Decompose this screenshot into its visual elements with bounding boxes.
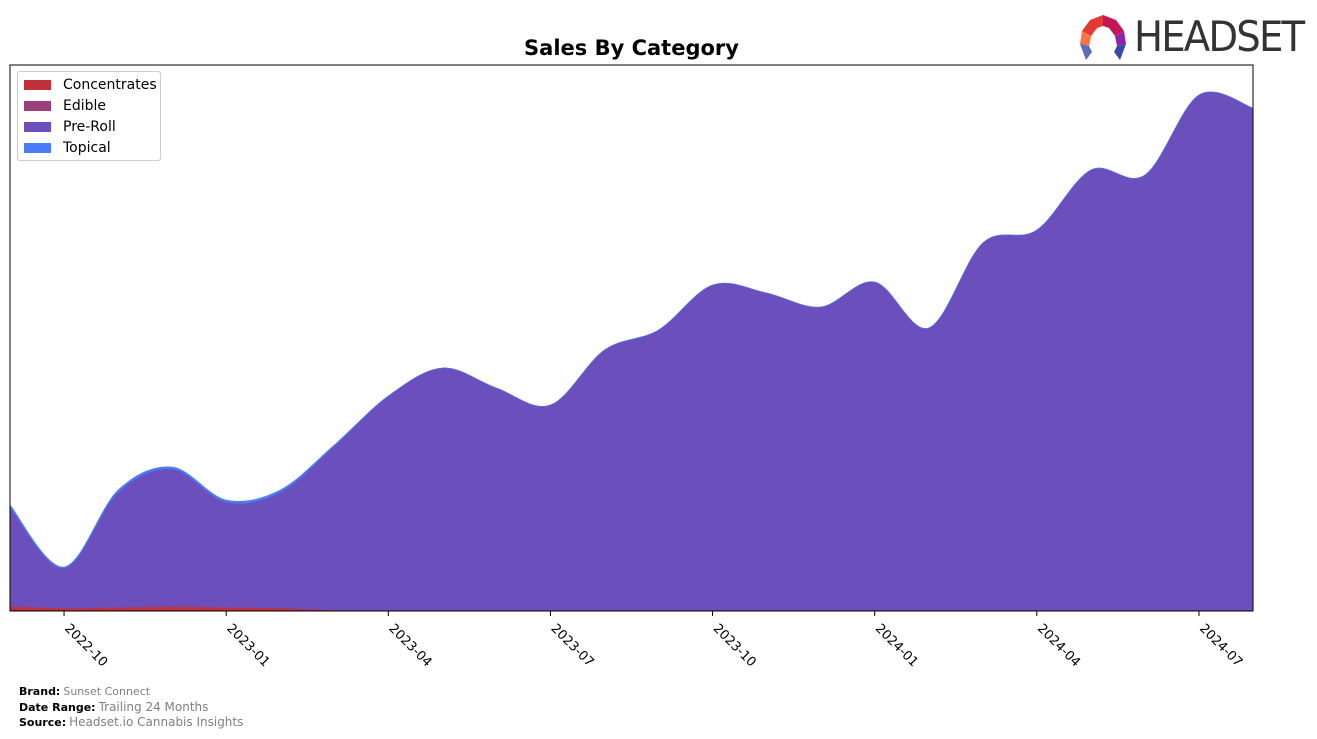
logo-text: HEADSET [1134,12,1305,61]
footer-brand: Brand: Sunset Connect [19,685,150,698]
legend-swatch-concentrates [24,80,51,90]
footer-date-range: Date Range: Trailing 24 Months [19,700,208,714]
legend-item-pre-roll[interactable]: Pre-Roll [24,117,116,137]
legend-label: Topical [63,140,111,156]
brand-value: Sunset Connect [63,685,151,698]
x-tick-label: 2023-01 [223,621,272,670]
legend-label: Concentrates [63,77,157,93]
chart-canvas: 2022-10 2023-01 2023-04 2023-07 2023-10 2024-… [9,64,1254,670]
legend-item-topical[interactable]: Topical [24,138,111,158]
brand-label: Brand: [19,685,61,698]
x-tick-label: 2023-07 [548,621,597,670]
source-value: Headset.io Cannabis Insights [69,715,244,729]
source-label: Source: [19,716,67,729]
area-pre-roll [9,91,1254,612]
footer-source: Source: Headset.io Cannabis Insights [19,715,243,729]
legend-swatch-topical [24,143,51,153]
legend-swatch-pre-roll [24,122,51,132]
x-tick-label: 2024-07 [1196,621,1245,670]
x-tick-label: 2023-04 [385,621,434,670]
legend-swatch-edible [24,101,51,111]
x-tick-label: 2024-04 [1034,621,1083,670]
x-tick-label: 2022-10 [61,621,110,670]
date-range-value: Trailing 24 Months [98,700,209,714]
legend-item-edible[interactable]: Edible [24,96,106,116]
legend: Concentrates Edible Pre-Roll Topical [17,71,161,161]
legend-label: Edible [63,98,107,114]
legend-label: Pre-Roll [63,119,116,135]
headset-logo: HEADSET [1078,12,1308,62]
headset-logo-icon [1080,15,1126,60]
legend-item-concentrates[interactable]: Concentrates [24,75,157,95]
x-axis: 2022-10 2023-01 2023-04 2023-07 2023-10 2024-… [61,611,1245,670]
area-layers [9,91,1254,612]
x-tick-label: 2023-10 [710,621,759,670]
x-tick-label: 2024-01 [872,621,921,670]
date-range-label: Date Range: [19,701,96,714]
